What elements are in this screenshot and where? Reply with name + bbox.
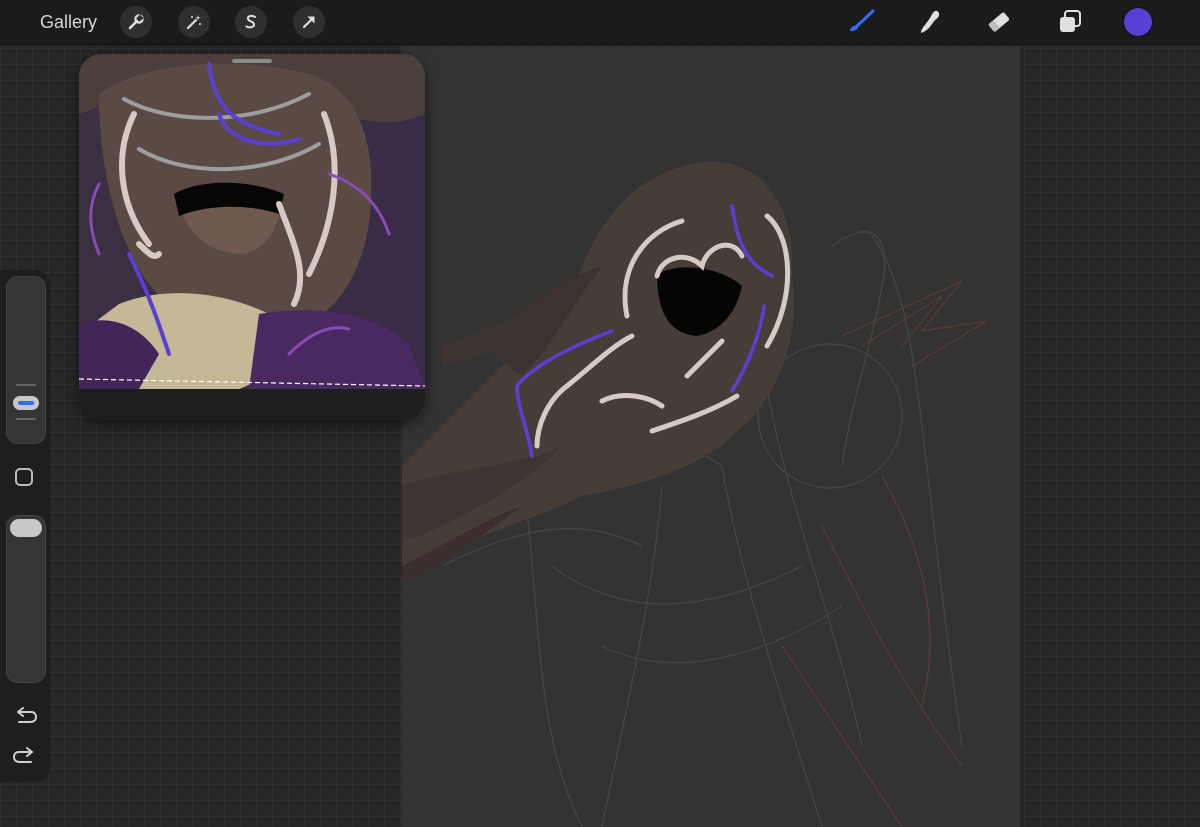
brush-opacity-slider[interactable] xyxy=(6,515,46,683)
color-picker-swatch[interactable] xyxy=(1124,8,1152,36)
brush-opacity-thumb[interactable] xyxy=(10,519,42,537)
reference-image xyxy=(79,54,425,389)
brush-size-slider[interactable] xyxy=(6,276,46,444)
undo-icon[interactable] xyxy=(11,704,39,728)
brush-size-thumb[interactable] xyxy=(13,396,39,410)
brush-icon[interactable] xyxy=(844,6,878,38)
reference-window[interactable] xyxy=(79,54,425,420)
reference-drag-handle[interactable] xyxy=(232,59,272,63)
layers-icon[interactable] xyxy=(1053,6,1087,38)
redo-icon[interactable] xyxy=(11,744,39,768)
size-tick xyxy=(16,384,36,386)
modify-button[interactable] xyxy=(15,468,33,486)
wrench-icon[interactable] xyxy=(120,6,152,38)
smudge-icon[interactable] xyxy=(913,6,947,38)
transform-arrow-icon[interactable] xyxy=(293,6,325,38)
brush-sidebar xyxy=(0,270,50,782)
red-sketch-lines xyxy=(781,280,988,827)
top-toolbar: Gallery xyxy=(0,0,1200,45)
selection-s-icon[interactable] xyxy=(235,6,267,38)
eraser-icon[interactable] xyxy=(982,6,1016,38)
magic-wand-icon[interactable] xyxy=(178,6,210,38)
drawing-canvas[interactable] xyxy=(402,46,1020,827)
size-tick xyxy=(16,418,36,420)
gallery-button[interactable]: Gallery xyxy=(40,10,97,34)
